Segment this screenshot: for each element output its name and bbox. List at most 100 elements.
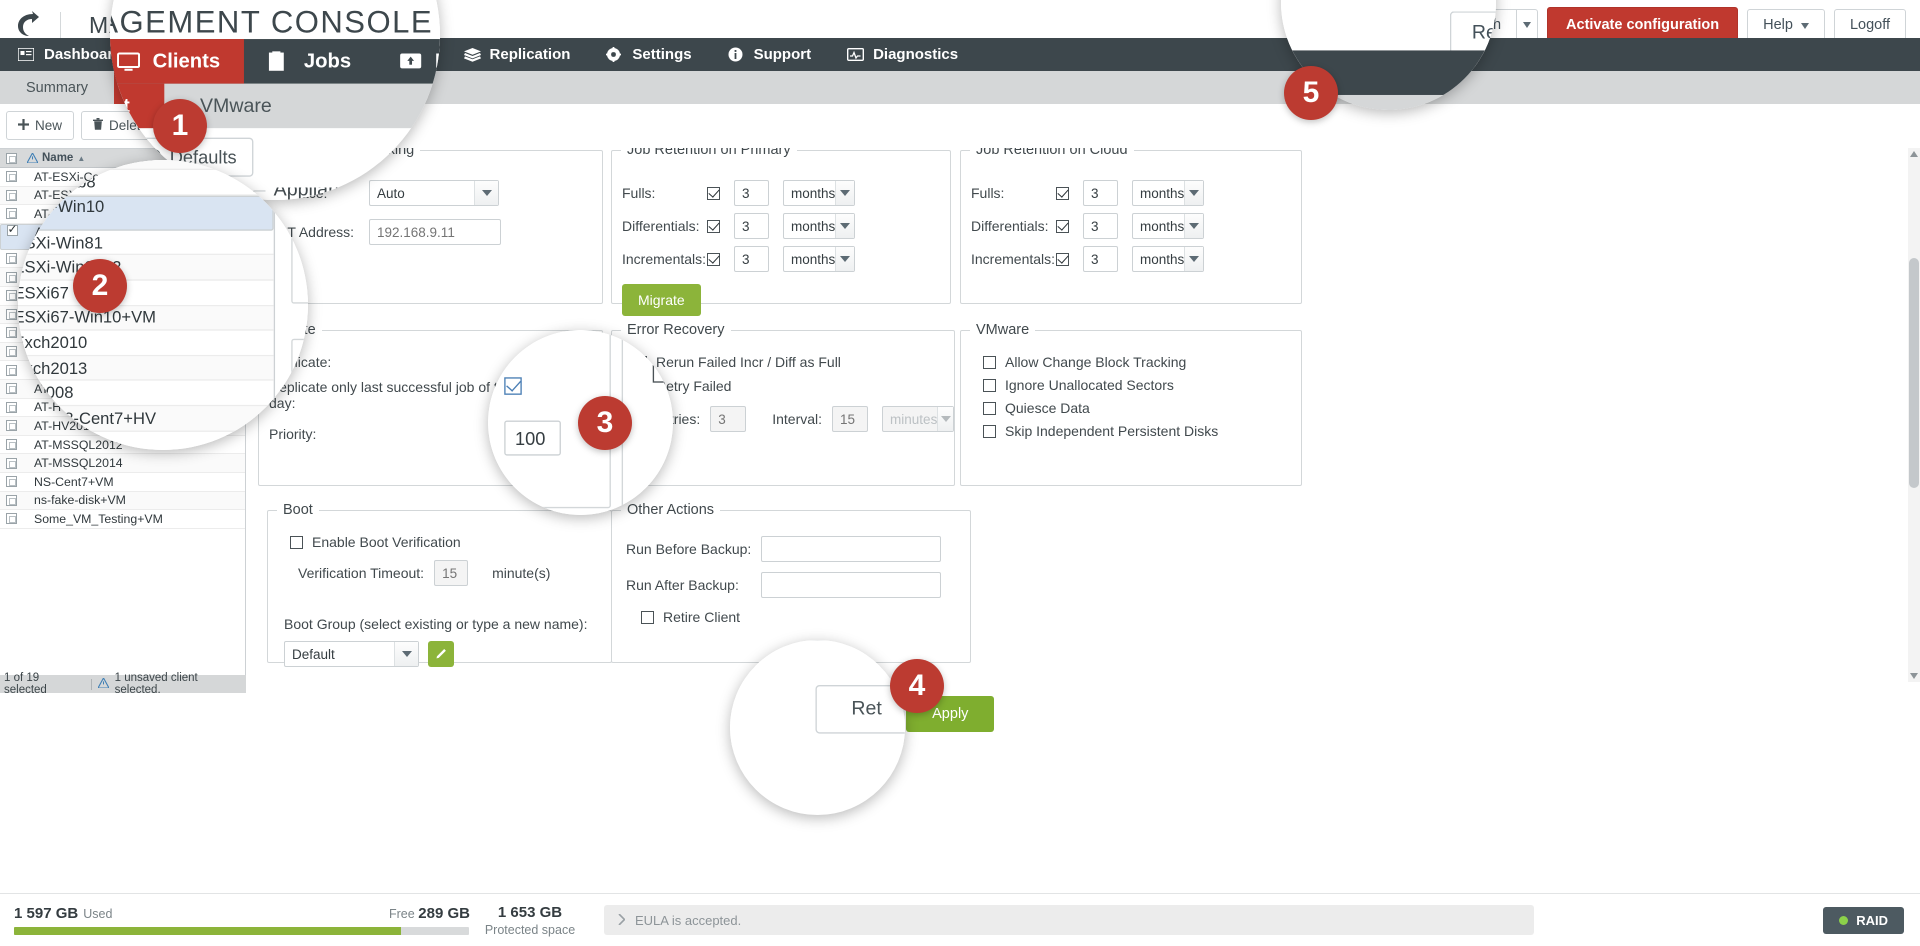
nav-item-jobs[interactable]: Jobs bbox=[244, 39, 375, 84]
new-button[interactable]: New bbox=[6, 110, 75, 140]
interval-unit-select[interactable]: minutes bbox=[882, 406, 955, 432]
primary-differentials-unit-select[interactable]: months bbox=[783, 213, 855, 239]
client-list-item[interactable]: Some_VM_Testing+VM bbox=[0, 510, 245, 529]
primary-incrementals-unit-select[interactable]: months bbox=[783, 246, 855, 272]
select-all-checkbox-icon[interactable] bbox=[0, 152, 22, 164]
logoff-button[interactable]: Logoff bbox=[1833, 9, 1906, 41]
replicate-label: Replicate: bbox=[269, 354, 332, 370]
cloud-incrementals-checkbox[interactable] bbox=[1056, 252, 1069, 266]
retries-input[interactable] bbox=[710, 406, 747, 432]
nav-item-support[interactable]: Support bbox=[710, 38, 830, 71]
cloud-differentials-checkbox[interactable] bbox=[1056, 219, 1069, 233]
client-list-item[interactable]: AT-Exch2013 bbox=[18, 355, 274, 382]
client-list-item[interactable]: AT-ESXi67 bbox=[18, 281, 274, 306]
checkbox-icon bbox=[5, 383, 17, 395]
client-row-checkbox[interactable] bbox=[0, 383, 22, 395]
main-scrollbar[interactable] bbox=[1908, 148, 1920, 682]
skip-independent-persistent-disks-checkbox[interactable] bbox=[983, 424, 996, 438]
scroll-up-arrow-icon[interactable] bbox=[1908, 148, 1920, 160]
client-list-item[interactable]: AT-MSSQL2014 bbox=[0, 454, 245, 473]
client-row-checkbox[interactable] bbox=[0, 208, 22, 220]
primary-incrementals-input[interactable] bbox=[734, 246, 769, 272]
verification-timeout-input[interactable] bbox=[434, 560, 469, 586]
client-list-item[interactable]: AT-ESXi67-Win10+VM bbox=[18, 305, 274, 331]
client-row-checkbox[interactable] bbox=[0, 513, 22, 525]
boot-group-edit-button[interactable] bbox=[428, 641, 454, 667]
free-value: 289 GB bbox=[418, 905, 470, 922]
eula-banner[interactable]: EULA is accepted. bbox=[604, 905, 1534, 935]
client-row-checkbox[interactable] bbox=[0, 171, 22, 183]
nav-item-replication[interactable]: Replication bbox=[446, 38, 589, 71]
run-before-backup-input[interactable] bbox=[761, 536, 941, 562]
primary-incrementals-checkbox[interactable] bbox=[707, 252, 720, 266]
client-list-item[interactable]: AT-HV2008 bbox=[18, 381, 274, 407]
primary-incrementals-label: Incrementals: bbox=[622, 251, 707, 267]
tab-summary[interactable]: Summary bbox=[0, 71, 114, 104]
primary-differentials-input[interactable] bbox=[734, 213, 769, 239]
primary-differentials-checkbox[interactable] bbox=[707, 219, 720, 233]
client-row-checkbox[interactable] bbox=[0, 401, 22, 413]
chevron-down-icon bbox=[835, 247, 854, 271]
primary-fulls-input[interactable] bbox=[734, 180, 769, 206]
client-list-item[interactable]: AT-ESXi-Win2012 bbox=[18, 255, 274, 281]
main-navigation: Dashboard Clients Jobs Boot Replication bbox=[110, 39, 440, 84]
client-list-item[interactable]: NS-Cent7+VM bbox=[0, 473, 245, 492]
replicate-last-successful-checkbox[interactable] bbox=[504, 376, 522, 395]
client-row-checkbox[interactable] bbox=[0, 327, 22, 339]
dashboard-icon bbox=[18, 47, 35, 62]
client-row-checkbox[interactable] bbox=[0, 253, 22, 265]
client-row-checkbox[interactable] bbox=[0, 420, 22, 432]
client-row-checkbox[interactable] bbox=[0, 476, 22, 488]
refresh-chevron-down-icon[interactable] bbox=[1516, 9, 1539, 41]
client-list-item[interactable]: AT-Exch2010 bbox=[18, 331, 274, 356]
client-list-item[interactable]: AT-ESXi-Win81 bbox=[18, 230, 274, 256]
primary-fulls-checkbox[interactable] bbox=[707, 186, 720, 200]
gear-icon bbox=[606, 47, 623, 62]
nat-address-input[interactable] bbox=[369, 219, 501, 245]
unsaved-clients-text: 1 unsaved client selected. bbox=[114, 672, 198, 696]
app-logo[interactable] bbox=[0, 11, 56, 39]
nav-item-clients[interactable]: Clients bbox=[110, 39, 245, 84]
scrollbar-thumb[interactable] bbox=[1909, 258, 1919, 488]
run-after-backup-input[interactable] bbox=[761, 572, 941, 598]
nav-item-boot[interactable]: Boot bbox=[375, 39, 440, 84]
boot-group-select[interactable]: Default bbox=[284, 641, 419, 667]
ignore-unallocated-sectors-label: Ignore Unallocated Sectors bbox=[1005, 377, 1174, 393]
enable-boot-verification-checkbox[interactable] bbox=[290, 535, 303, 549]
client-row-checkbox[interactable] bbox=[0, 271, 22, 283]
panel-error-recovery-legend: Error Recovery bbox=[627, 322, 725, 338]
nav-item-settings[interactable]: Settings bbox=[588, 38, 709, 71]
retire-client-checkbox[interactable] bbox=[641, 610, 654, 624]
interface-select[interactable]: Auto bbox=[369, 180, 499, 206]
migrate-button[interactable]: Migrate bbox=[622, 284, 701, 316]
scroll-down-arrow-icon[interactable] bbox=[1908, 670, 1920, 682]
cloud-incrementals-input[interactable] bbox=[1083, 246, 1118, 272]
client-row-checkbox[interactable] bbox=[0, 364, 22, 376]
primary-differentials-unit: months bbox=[791, 218, 836, 234]
ignore-unallocated-sectors-checkbox[interactable] bbox=[983, 378, 996, 392]
help-button[interactable]: Help bbox=[1747, 9, 1825, 41]
nav-item-diagnostics[interactable]: Diagnostics bbox=[829, 38, 976, 71]
cloud-fulls-checkbox[interactable] bbox=[1056, 186, 1069, 200]
cloud-incrementals-unit-select[interactable]: months bbox=[1132, 246, 1204, 272]
client-list-item[interactable]: ns-fake-disk+VM bbox=[0, 491, 245, 511]
checkbox-icon bbox=[5, 253, 17, 265]
cloud-fulls-unit-select[interactable]: months bbox=[1132, 180, 1204, 206]
primary-fulls-unit-select[interactable]: months bbox=[783, 180, 855, 206]
allow-change-block-tracking-checkbox[interactable] bbox=[983, 355, 996, 369]
cloud-fulls-input[interactable] bbox=[1083, 180, 1118, 206]
client-row-checkbox[interactable] bbox=[0, 189, 22, 201]
raid-status-badge[interactable]: RAID bbox=[1823, 906, 1904, 934]
client-row-checkbox[interactable] bbox=[1, 222, 23, 249]
panel-retention-cloud-legend: Job Retention on Cloud bbox=[976, 148, 1128, 158]
cloud-differentials-unit-select[interactable]: months bbox=[1132, 213, 1204, 239]
interval-input[interactable] bbox=[832, 406, 869, 432]
client-row-checkbox[interactable] bbox=[0, 346, 22, 358]
raid-label: RAID bbox=[1856, 912, 1888, 928]
priority-input[interactable] bbox=[504, 420, 561, 456]
client-row-checkbox[interactable] bbox=[0, 457, 22, 469]
quiesce-data-checkbox[interactable] bbox=[983, 401, 996, 415]
client-row-checkbox[interactable] bbox=[0, 494, 22, 506]
cloud-differentials-input[interactable] bbox=[1083, 213, 1118, 239]
client-row-checkbox[interactable] bbox=[0, 439, 22, 451]
